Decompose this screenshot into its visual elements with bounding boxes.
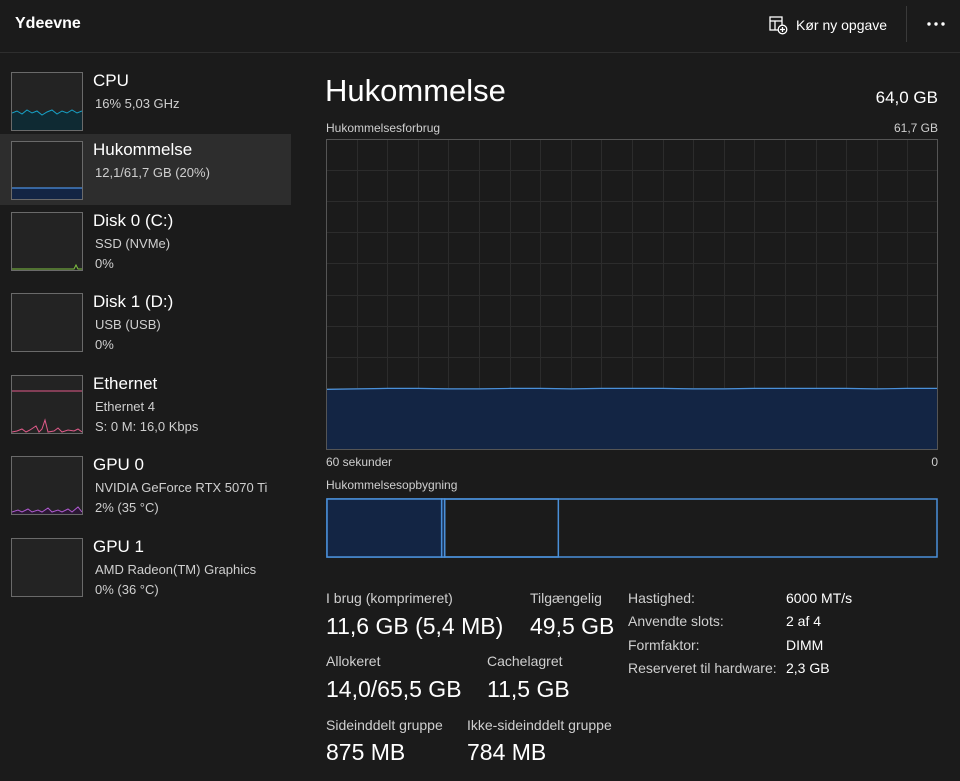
gpu-0-mini-graph xyxy=(11,456,83,515)
paged-pool-label: Sideinddelt gruppe xyxy=(326,717,443,733)
cached-label: Cachelagret xyxy=(487,653,563,669)
committed-value: 14,0/65,5 GB xyxy=(326,676,462,702)
ethernet-mini-graph xyxy=(11,375,83,434)
hardware-reserved-label: Reserveret til hardware: xyxy=(628,660,777,676)
sidebar-item-memory[interactable]: Hukommelse 12,1/61,7 GB (20%) xyxy=(0,134,291,205)
run-new-task-button[interactable]: Kør ny opgave xyxy=(768,11,887,39)
available-value: 49,5 GB xyxy=(530,613,615,639)
sidebar-item-cpu[interactable]: CPU 16% 5,03 GHz xyxy=(0,65,291,136)
run-new-task-label: Kør ny opgave xyxy=(796,17,888,33)
x-axis-start-label: 60 sekunder xyxy=(326,455,393,469)
memory-usage-chart xyxy=(326,139,938,450)
sidebar-item-label: Ethernet xyxy=(93,374,158,393)
paged-pool-value: 875 MB xyxy=(326,739,406,765)
speed-label: Hastighed: xyxy=(628,590,695,606)
sidebar-item-detail: Ethernet 4 xyxy=(95,399,155,414)
memory-mini-graph xyxy=(11,141,83,200)
sidebar-item-disk-1[interactable]: Disk 1 (D:) USB (USB) 0% xyxy=(0,286,291,357)
sidebar-item-label: Disk 1 (D:) xyxy=(93,292,174,311)
sidebar-item-label: GPU 0 xyxy=(93,455,145,474)
task-manager-performance: Ydeevne Kør ny opgave CPU 16% 5,03 GHz H… xyxy=(0,0,960,781)
sidebar-item-detail: USB (USB) xyxy=(95,317,161,332)
sidebar-item-detail-2: 0% xyxy=(95,256,114,271)
committed-label: Allokeret xyxy=(326,653,381,669)
header-divider xyxy=(906,6,907,42)
sidebar-item-disk-0[interactable]: Disk 0 (C:) SSD (NVMe) 0% xyxy=(0,205,291,276)
sidebar-item-ethernet[interactable]: Ethernet Ethernet 4 S: 0 M: 16,0 Kbps xyxy=(0,368,291,439)
more-options-button[interactable] xyxy=(922,12,950,36)
total-memory: 64,0 GB xyxy=(875,88,938,107)
page-title: Ydeevne xyxy=(15,15,81,32)
in-use-value: 11,6 GB (5,4 MB) xyxy=(326,613,504,639)
sidebar-item-detail-2: 0% xyxy=(95,337,114,352)
sidebar-item-detail: SSD (NVMe) xyxy=(95,236,171,251)
sidebar-item-gpu-1[interactable]: GPU 1 AMD Radeon(TM) Graphics 0% (36 °C) xyxy=(0,531,291,602)
section-title: Hukommelse xyxy=(325,73,506,108)
hardware-reserved-value: 2,3 GB xyxy=(786,660,830,676)
disk-1-mini-graph xyxy=(11,293,83,352)
slots-used-value: 2 af 4 xyxy=(786,613,822,629)
header-bar: Ydeevne Kør ny opgave xyxy=(0,0,960,53)
non-paged-pool-label: Ikke-sideinddelt gruppe xyxy=(467,717,612,733)
sidebar-item-label: Hukommelse xyxy=(93,140,193,159)
slots-used-label: Anvendte slots: xyxy=(628,613,724,629)
sidebar-item-detail-2: 2% (35 °C) xyxy=(95,500,159,515)
sidebar-item-detail: AMD Radeon(TM) Graphics xyxy=(95,562,257,577)
usage-area xyxy=(327,388,937,449)
cached-value: 11,5 GB xyxy=(487,676,570,702)
sidebar-item-detail: NVIDIA GeForce RTX 5070 Ti xyxy=(95,480,268,495)
gpu-1-mini-graph xyxy=(11,538,83,597)
cpu-mini-graph xyxy=(11,72,83,131)
sidebar-item-label: GPU 1 xyxy=(93,537,145,556)
sidebar-item-label: CPU xyxy=(93,71,129,90)
sidebar-item-detail-2: S: 0 M: 16,0 Kbps xyxy=(95,419,199,434)
form-factor-value: DIMM xyxy=(786,637,824,653)
usage-chart-max: 61,7 GB xyxy=(893,121,938,135)
form-factor-label: Formfaktor: xyxy=(628,637,700,653)
composition-label: Hukommelsesopbygning xyxy=(326,478,458,492)
non-paged-pool-value: 784 MB xyxy=(467,739,547,765)
sidebar-item-label: Disk 0 (C:) xyxy=(93,211,174,230)
available-label: Tilgængelig xyxy=(530,590,602,606)
sidebar-item-detail: 16% 5,03 GHz xyxy=(95,96,180,111)
disk-0-mini-graph xyxy=(11,212,83,271)
in-use-label: I brug (komprimeret) xyxy=(326,590,453,606)
more-horizontal-icon xyxy=(927,22,945,26)
sidebar-item-detail-2: 0% (36 °C) xyxy=(95,582,159,597)
usage-chart-label: Hukommelsesforbrug xyxy=(326,121,441,135)
memory-composition-bar xyxy=(326,498,938,558)
run-task-icon xyxy=(769,16,788,35)
composition-in-use xyxy=(326,498,443,558)
sidebar-item-gpu-0[interactable]: GPU 0 NVIDIA GeForce RTX 5070 Ti 2% (35 … xyxy=(0,449,291,520)
x-axis-end-label: 0 xyxy=(931,455,938,469)
speed-value: 6000 MT/s xyxy=(786,590,853,606)
sidebar-item-detail: 12,1/61,7 GB (20%) xyxy=(95,165,210,180)
